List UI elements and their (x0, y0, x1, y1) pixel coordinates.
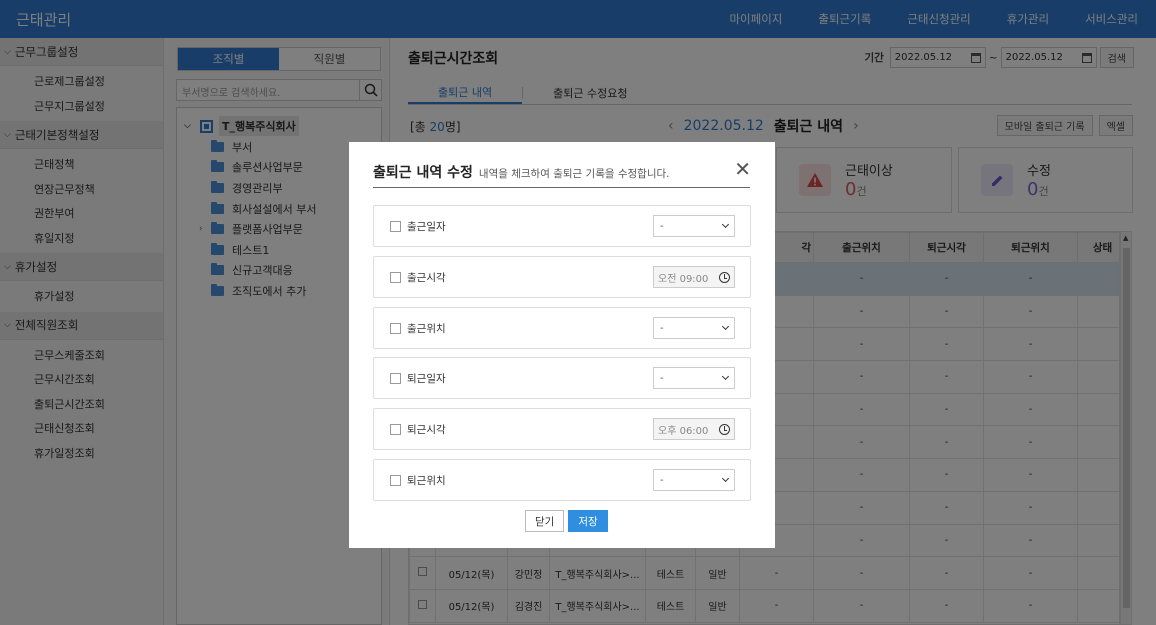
checkbox[interactable] (390, 423, 401, 435)
field-label: 퇴근위치 (407, 474, 446, 487)
field-label: 출근위치 (407, 322, 446, 335)
field-label: 퇴근일자 (407, 372, 446, 385)
field-row-checkin-location: 출근위치 - (373, 307, 751, 349)
checkbox[interactable] (390, 271, 401, 283)
modal-title: 출퇴근 내역 수정 (373, 165, 473, 181)
field-label: 퇴근시각 (407, 423, 446, 436)
chevron-down-icon (721, 322, 730, 331)
checkbox[interactable] (390, 474, 401, 486)
field-row-checkout-location: 퇴근위치 - (373, 459, 751, 501)
checkout-location-select[interactable]: - (653, 469, 735, 491)
checkbox[interactable] (390, 220, 401, 232)
chevron-down-icon (721, 372, 730, 381)
field-row-checkout-date: 퇴근일자 - (373, 357, 751, 399)
field-label: 출근시각 (407, 271, 446, 284)
checkbox[interactable] (390, 322, 401, 334)
checkout-date-select[interactable]: - (653, 367, 735, 389)
modal-header: 출퇴근 내역 수정 내역을 체크하여 출퇴근 기록을 수정합니다. (373, 162, 750, 188)
chevron-down-icon (721, 474, 730, 483)
checkbox[interactable] (390, 372, 401, 384)
field-row-checkin-time: 출근시각 오전 09:00 (373, 256, 751, 298)
modal-subtitle: 내역을 체크하여 출퇴근 기록을 수정합니다. (478, 168, 670, 180)
checkout-time-input[interactable]: 오후 06:00 (653, 418, 735, 440)
clock-icon[interactable] (719, 423, 730, 435)
field-label: 출근일자 (407, 220, 446, 233)
save-button[interactable]: 저장 (568, 510, 608, 532)
edit-attendance-modal: 출퇴근 내역 수정 내역을 체크하여 출퇴근 기록을 수정합니다. ✕ 출근일자… (349, 142, 775, 548)
close-icon[interactable]: ✕ (734, 159, 751, 179)
checkin-date-select[interactable]: - (653, 215, 735, 237)
field-row-checkout-time: 퇴근시각 오후 06:00 (373, 408, 751, 450)
close-button[interactable]: 닫기 (525, 510, 565, 532)
checkin-time-input[interactable]: 오전 09:00 (653, 266, 735, 288)
chevron-down-icon (721, 220, 730, 229)
clock-icon[interactable] (719, 271, 730, 283)
checkin-location-select[interactable]: - (653, 317, 735, 339)
field-row-checkin-date: 출근일자 - (373, 205, 751, 247)
modal-actions: 닫기 저장 (525, 510, 608, 532)
